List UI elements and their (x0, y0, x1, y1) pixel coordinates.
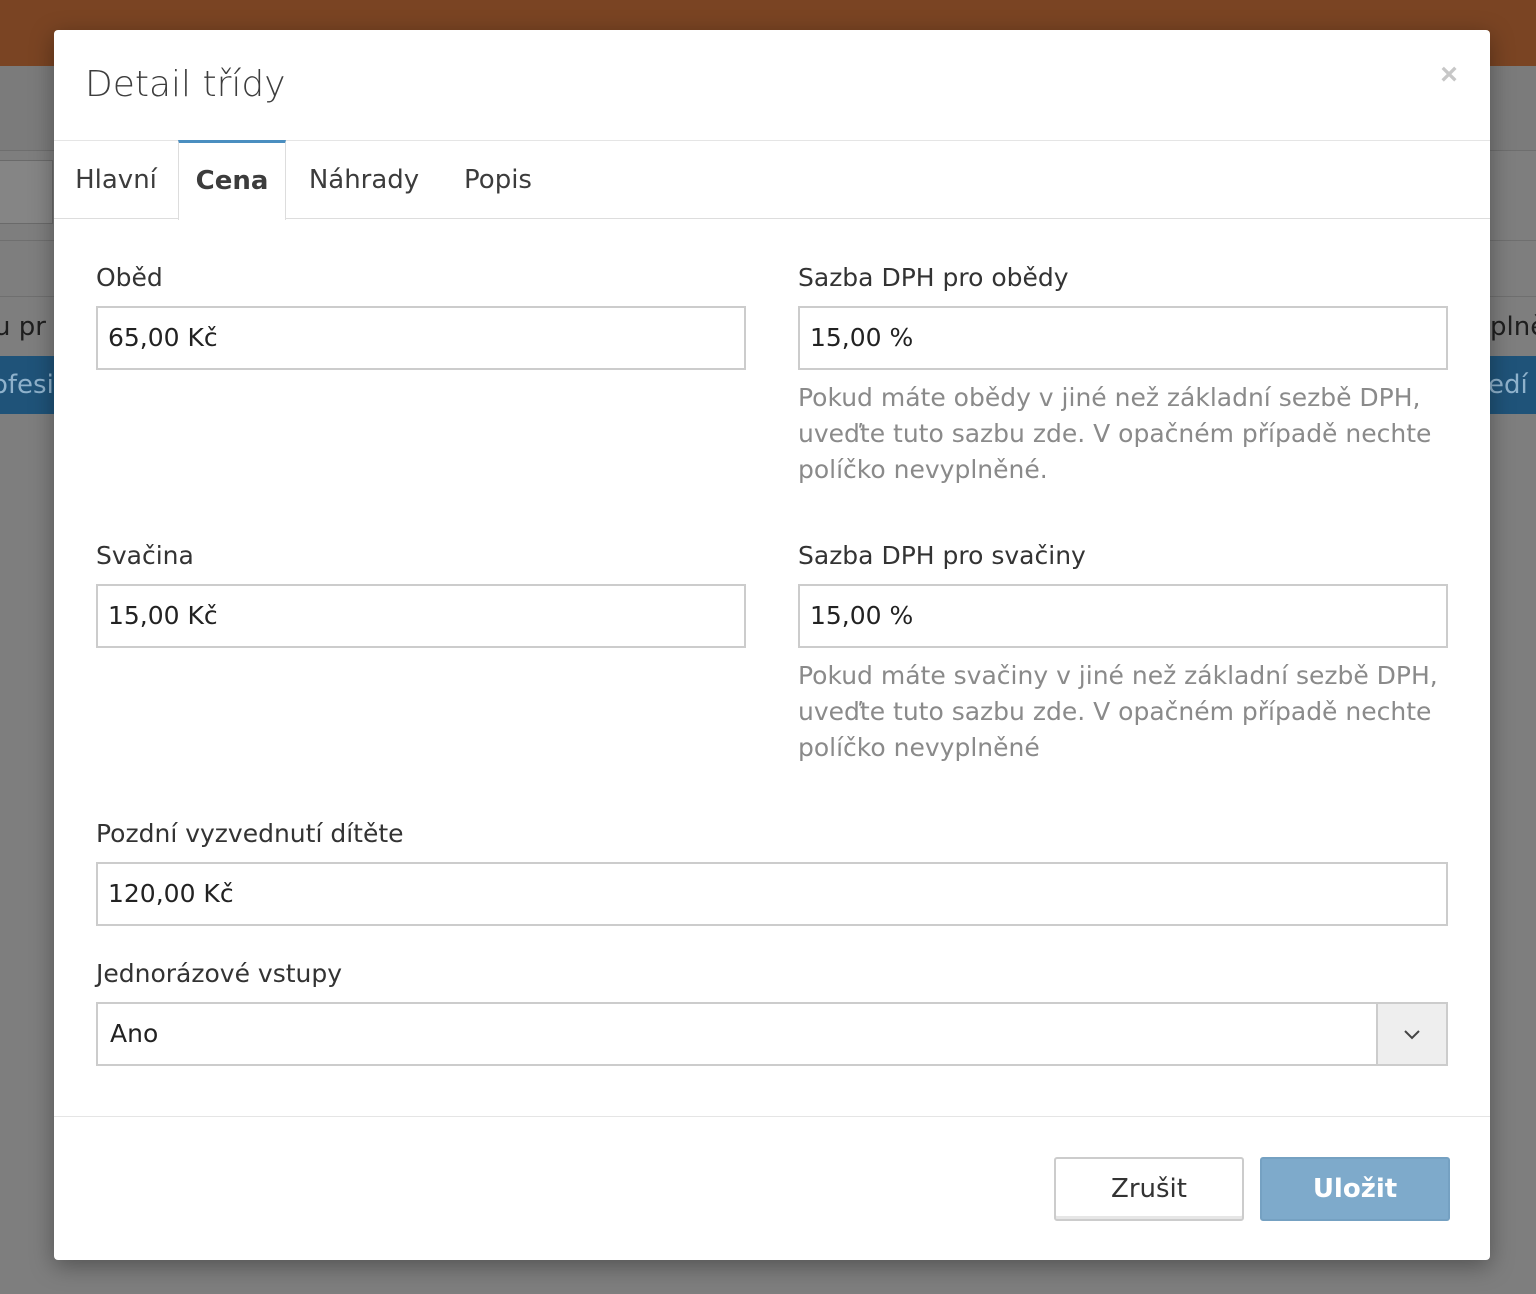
lunch-vat-input[interactable]: 15,00 % (798, 306, 1448, 370)
snack-vat-help: Pokud máte svačiny v jiné než základní s… (798, 661, 1438, 762)
tab-cena[interactable]: Cena (178, 140, 286, 220)
single-entries-label: Jednorázové vstupy (96, 959, 343, 988)
snack-label: Svačina (96, 541, 194, 570)
lunch-vat-label: Sazba DPH pro obědy (798, 263, 1069, 292)
dialog-footer: Zrušit Uložit (54, 1116, 1490, 1260)
lunch-label: Oběd (96, 263, 163, 292)
background-row-text: u pr (0, 312, 46, 342)
tab-bar: Hlavní Cena Náhrady Popis (54, 140, 1490, 220)
close-icon[interactable]: × (1434, 58, 1464, 92)
single-entries-value: Ano (110, 1019, 159, 1048)
background-input (0, 160, 53, 224)
tab-popis[interactable]: Popis (446, 140, 550, 218)
lunch-price-input[interactable]: 65,00 Kč (96, 306, 746, 370)
cancel-button[interactable]: Zrušit (1054, 1157, 1244, 1221)
background-selected-row-text: edí p (1488, 370, 1536, 400)
late-pickup-label: Pozdní vyzvednutí dítěte (96, 819, 404, 848)
snack-vat-label: Sazba DPH pro svačiny (798, 541, 1086, 570)
dialog-title: Detail třídy (85, 64, 286, 105)
save-button[interactable]: Uložit (1260, 1157, 1450, 1221)
late-pickup-input[interactable]: 120,00 Kč (96, 862, 1448, 926)
class-detail-dialog: Detail třídy × Hlavní Cena Náhrady Popis… (54, 30, 1490, 1260)
tab-hlavni[interactable]: Hlavní (54, 140, 178, 218)
lunch-vat-help: Pokud máte obědy v jiné než základní sez… (798, 383, 1432, 484)
snack-vat-input[interactable]: 15,00 % (798, 584, 1448, 648)
background-selected-row-text: ofesi (0, 370, 54, 400)
background-row-text: plně (1490, 312, 1536, 342)
tab-nahrady[interactable]: Náhrady (294, 140, 434, 218)
snack-price-input[interactable]: 15,00 Kč (96, 584, 746, 648)
single-entries-select[interactable]: Ano (96, 1002, 1448, 1066)
chevron-down-icon[interactable] (1376, 1004, 1446, 1064)
dialog-header: Detail třídy × (54, 30, 1490, 141)
